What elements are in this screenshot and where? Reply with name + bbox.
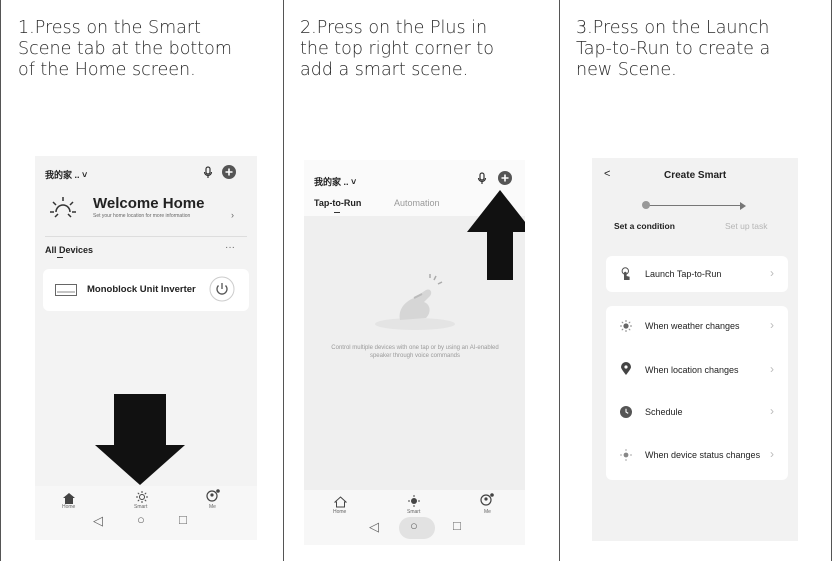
nav-back-button[interactable]: ◁ — [93, 513, 103, 529]
condition-row-schedule[interactable]: Schedule — [645, 407, 683, 417]
tab-home-label[interactable]: Home — [62, 504, 75, 510]
condition-row-location[interactable]: When location changes — [645, 365, 739, 375]
launch-chevron-icon: › — [770, 266, 774, 280]
screen-1-home: 我的家 .. ˅ Welcome Home Set your home loca… — [35, 156, 257, 540]
pointer-arrow-up-shaft — [487, 231, 513, 280]
add-icon[interactable] — [222, 165, 236, 184]
nav-home-button[interactable]: ○ — [137, 512, 145, 527]
device-status-icon — [620, 448, 632, 461]
screen-2-smart: 我的家 .. ˅ Tap-to-Run Automation Control m… — [304, 160, 525, 545]
location-pin-icon — [621, 362, 633, 375]
home-name-dropdown[interactable]: 我的家 .. ˅ — [45, 168, 87, 181]
weather-icon — [620, 319, 632, 332]
tab-underline — [57, 257, 63, 258]
device-status-chevron-icon: › — [770, 447, 774, 461]
grid-divider-1 — [283, 0, 284, 561]
nav-back-button-2[interactable]: ◁ — [369, 519, 379, 535]
location-chevron-icon: › — [770, 362, 774, 376]
welcome-chevron-icon[interactable]: › — [231, 210, 234, 220]
step-3-text: 3.Press on the Launch Tap-to-Run to crea… — [576, 18, 771, 80]
weather-chevron-icon: › — [770, 318, 774, 332]
power-button[interactable] — [209, 276, 235, 307]
welcome-title: Welcome Home — [93, 195, 205, 212]
schedule-chevron-icon: › — [770, 404, 774, 418]
device-name: Monoblock Unit Inverter — [87, 284, 196, 295]
nav-recents-button[interactable]: □ — [179, 512, 187, 527]
pointer-arrow-shaft — [114, 394, 166, 447]
create-smart-title: Create Smart — [664, 170, 727, 181]
launch-tap-to-run-row[interactable]: Launch Tap-to-Run › — [606, 256, 788, 292]
step-2-text: 2.Press on the Plus in the top right cor… — [300, 18, 494, 80]
all-devices-label[interactable]: All Devices — [45, 245, 93, 255]
tab-home-label-2[interactable]: Home — [333, 509, 346, 515]
tab-smart-label[interactable]: Smart — [134, 504, 147, 510]
add-scene-icon[interactable] — [498, 171, 512, 190]
set-condition-label: Set a condition — [614, 221, 675, 231]
progress-line — [648, 205, 742, 206]
device-card[interactable]: Monoblock Unit Inverter — [43, 269, 249, 311]
progress-dot — [642, 201, 650, 209]
condition-row-weather[interactable]: When weather changes — [645, 321, 740, 331]
hand-tap-icon — [620, 267, 632, 280]
pointer-arrow-up-head — [467, 190, 525, 232]
condition-row-device-status[interactable]: When device status changes — [645, 450, 760, 460]
set-task-label: Set up task — [725, 221, 768, 231]
more-icon[interactable]: ··· — [225, 242, 235, 253]
tab-bar: Home Smart Me ◁ ○ □ — [35, 486, 257, 540]
tab-me-label[interactable]: Me — [209, 504, 216, 510]
grid-divider-2 — [559, 0, 560, 561]
tab-tap-to-run[interactable]: Tap-to-Run — [314, 198, 361, 208]
tab-automation[interactable]: Automation — [394, 198, 440, 208]
progress-arrow-head — [740, 202, 746, 210]
launch-tap-to-run-label: Launch Tap-to-Run — [645, 269, 722, 279]
back-button[interactable]: < — [604, 168, 610, 180]
nav-home-button-2[interactable]: ○ — [410, 518, 418, 533]
screen-3-create-smart: < Create Smart Set a condition Set up ta… — [592, 158, 798, 541]
tab-active-underline — [334, 212, 340, 213]
sun-icon — [49, 194, 77, 227]
tab-me-label-2[interactable]: Me — [484, 509, 491, 515]
mic-icon-2[interactable] — [477, 172, 487, 190]
mic-icon[interactable] — [203, 166, 213, 184]
section-divider — [45, 236, 247, 237]
grid-left-border — [0, 0, 1, 561]
empty-state-text: Control multiple devices with one tap or… — [331, 345, 499, 359]
home-name-dropdown-2[interactable]: 我的家 .. ˅ — [314, 175, 356, 188]
conditions-card: When weather changes › When location cha… — [606, 306, 788, 480]
step-1-text: 1.Press on the Smart Scene tab at the bo… — [18, 18, 232, 80]
tab-bar-2: Home Smart Me ◁ ○ □ — [304, 490, 525, 545]
welcome-subtitle[interactable]: Set your home location for more informat… — [93, 213, 205, 219]
pointer-arrow-head — [95, 445, 185, 485]
clock-icon — [620, 405, 632, 418]
tab-smart-label-2[interactable]: Smart — [407, 509, 420, 515]
ac-unit-icon — [55, 283, 77, 301]
empty-state-illustration — [370, 272, 460, 337]
nav-recents-button-2[interactable]: □ — [453, 518, 461, 533]
